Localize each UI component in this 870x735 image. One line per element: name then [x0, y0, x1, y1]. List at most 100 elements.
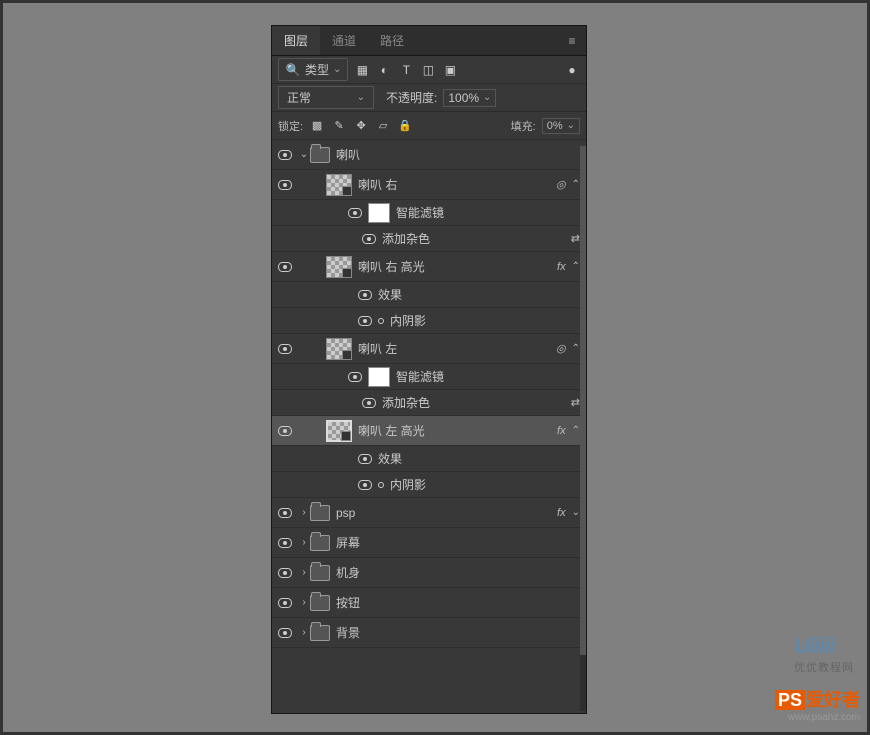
smart-object-badge	[342, 268, 352, 278]
blend-mode-select[interactable]: 正常 ⌄	[278, 86, 374, 109]
scrollbar[interactable]	[580, 146, 586, 711]
layer-speaker-right-highlight[interactable]: 喇叭 右 高光 fx⌃	[272, 252, 586, 282]
search-icon: 🔍	[285, 62, 301, 78]
effect-bullet-icon	[378, 318, 384, 324]
disclosure-icon[interactable]: ›	[298, 627, 310, 638]
visibility-toggle[interactable]	[358, 480, 372, 490]
fx-badge[interactable]: fx	[557, 425, 566, 437]
fx-badge[interactable]: fx	[557, 261, 566, 273]
layer-group-buttons[interactable]: › 按钮	[272, 588, 586, 618]
visibility-toggle[interactable]	[278, 508, 292, 518]
filter-shape-icon[interactable]: ◫	[420, 62, 436, 78]
filter-name: 添加杂色	[382, 394, 430, 411]
collapse-icon[interactable]: ⌃	[572, 179, 580, 190]
layer-thumbnail[interactable]	[326, 420, 352, 442]
filter-mask-thumbnail[interactable]	[368, 367, 390, 387]
visibility-toggle[interactable]	[358, 316, 372, 326]
visibility-toggle[interactable]	[358, 454, 372, 464]
layer-thumbnail[interactable]	[326, 174, 352, 196]
lock-brush-icon[interactable]: ✎	[331, 118, 347, 134]
visibility-toggle[interactable]	[278, 344, 292, 354]
layer-speaker-left[interactable]: 喇叭 左 ◎⌃	[272, 334, 586, 364]
chevron-down-icon: ⌄	[483, 92, 491, 103]
effect-inner-shadow-row[interactable]: 内阴影	[272, 308, 586, 334]
chevron-down-icon: ⌄	[567, 120, 575, 131]
smart-filter-icon[interactable]: ◎	[556, 342, 566, 355]
filter-label: 类型	[305, 61, 329, 78]
expand-icon[interactable]: ⌄	[572, 507, 580, 518]
watermark-url: www.psahz.com	[775, 712, 860, 723]
layer-name: 背景	[336, 624, 580, 641]
fill-input[interactable]: 0% ⌄	[542, 118, 580, 134]
visibility-toggle[interactable]	[278, 180, 292, 190]
visibility-toggle[interactable]	[362, 398, 376, 408]
collapse-icon[interactable]: ⌃	[572, 343, 580, 354]
opacity-input[interactable]: 100% ⌄	[443, 89, 496, 107]
visibility-toggle[interactable]	[278, 262, 292, 272]
disclosure-icon[interactable]: ›	[298, 507, 310, 518]
disclosure-icon[interactable]: ⌄	[298, 149, 310, 160]
fx-badge[interactable]: fx	[557, 507, 566, 519]
chevron-down-icon: ⌄	[357, 92, 365, 103]
tab-layers[interactable]: 图层	[272, 26, 320, 55]
filter-adjust-icon[interactable]: ◐	[376, 62, 392, 78]
layer-group-psp[interactable]: › psp fx⌄	[272, 498, 586, 528]
filter-text-icon[interactable]: T	[398, 62, 414, 78]
filter-mask-thumbnail[interactable]	[368, 203, 390, 223]
smart-filters-row[interactable]: 智能滤镜	[272, 200, 586, 226]
scrollbar-thumb[interactable]	[580, 146, 586, 655]
disclosure-icon[interactable]: ›	[298, 597, 310, 608]
layer-speaker-left-highlight[interactable]: 喇叭 左 高光 fx⌃	[272, 416, 586, 446]
layer-group-background[interactable]: › 背景	[272, 618, 586, 648]
layer-speaker-right[interactable]: 喇叭 右 ◎⌃	[272, 170, 586, 200]
effect-inner-shadow-row-2[interactable]: 内阴影	[272, 472, 586, 498]
visibility-toggle[interactable]	[278, 426, 292, 436]
visibility-toggle[interactable]	[362, 234, 376, 244]
collapse-icon[interactable]: ⌃	[572, 425, 580, 436]
lock-position-icon[interactable]: ✥	[353, 118, 369, 134]
collapse-icon[interactable]: ⌃	[572, 261, 580, 272]
layer-name: 喇叭	[336, 146, 580, 163]
lock-all-icon[interactable]: 🔒	[397, 118, 413, 134]
panel-tabs: 图层 通道 路径 ≡	[272, 26, 586, 56]
layer-group-screen[interactable]: › 屏幕	[272, 528, 586, 558]
visibility-toggle[interactable]	[278, 150, 292, 160]
disclosure-icon[interactable]: ›	[298, 537, 310, 548]
layer-name: 屏幕	[336, 534, 580, 551]
layer-filter-type[interactable]: 🔍 类型 ⌄	[278, 58, 348, 81]
lock-artboard-icon[interactable]: ▱	[375, 118, 391, 134]
smart-filters-row-2[interactable]: 智能滤镜	[272, 364, 586, 390]
effects-row[interactable]: 效果	[272, 282, 586, 308]
visibility-toggle[interactable]	[348, 208, 362, 218]
effects-row-2[interactable]: 效果	[272, 446, 586, 472]
visibility-toggle[interactable]	[348, 372, 362, 382]
visibility-toggle[interactable]	[358, 290, 372, 300]
layer-thumbnail[interactable]	[326, 338, 352, 360]
visibility-toggle[interactable]	[278, 628, 292, 638]
smart-object-badge	[342, 186, 352, 196]
layer-group-body[interactable]: › 机身	[272, 558, 586, 588]
filter-pixel-icon[interactable]: ▦	[354, 62, 370, 78]
filter-smart-icon[interactable]: ▣	[442, 62, 458, 78]
tab-channels[interactable]: 通道	[320, 26, 368, 55]
tab-paths[interactable]: 路径	[368, 26, 416, 55]
filter-add-noise-row-2[interactable]: 添加杂色 ⇄	[272, 390, 586, 416]
panel-menu-icon[interactable]: ≡	[558, 26, 586, 55]
filter-add-noise-row[interactable]: 添加杂色 ⇄	[272, 226, 586, 252]
layer-thumbnail[interactable]	[326, 256, 352, 278]
watermark-ps: PS	[775, 690, 805, 710]
visibility-toggle[interactable]	[278, 538, 292, 548]
visibility-toggle[interactable]	[278, 598, 292, 608]
filter-blend-icon[interactable]: ⇄	[571, 396, 580, 409]
effects-label: 效果	[378, 286, 402, 303]
fill-value: 0%	[547, 120, 563, 132]
visibility-toggle[interactable]	[278, 568, 292, 578]
filter-blend-icon[interactable]: ⇄	[571, 232, 580, 245]
disclosure-icon[interactable]: ›	[298, 567, 310, 578]
lock-transparency-icon[interactable]: ▩	[309, 118, 325, 134]
lock-row: 锁定: ▩ ✎ ✥ ▱ 🔒 填充: 0% ⌄	[272, 112, 586, 140]
smart-filter-icon[interactable]: ◎	[556, 178, 566, 191]
effect-bullet-icon	[378, 482, 384, 488]
filter-toggle-icon[interactable]: ●	[564, 62, 580, 78]
layer-group-speaker[interactable]: ⌄ 喇叭	[272, 140, 586, 170]
